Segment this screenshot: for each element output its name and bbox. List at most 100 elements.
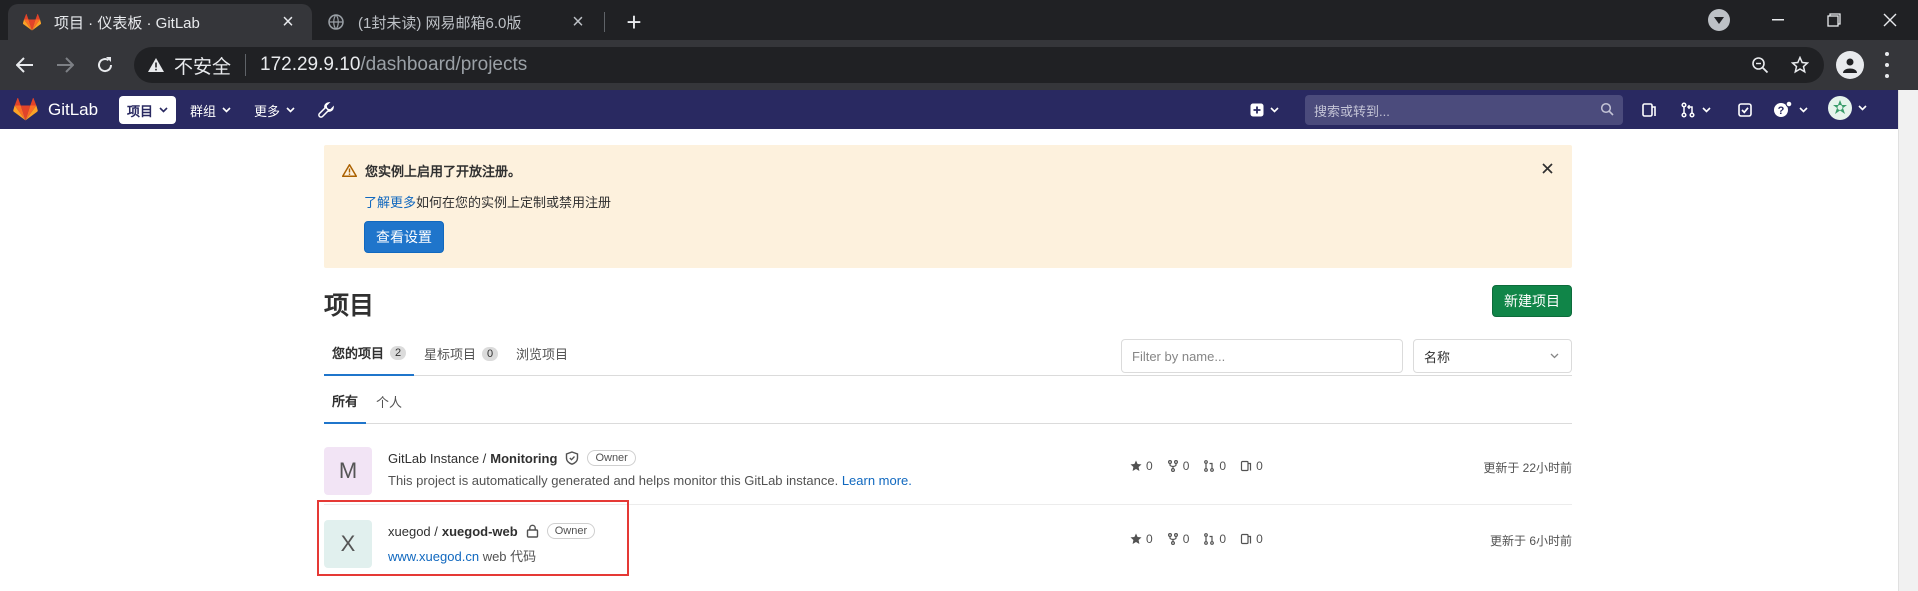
- stat-count: 0: [1182, 459, 1190, 473]
- menu-label: 更多: [254, 103, 281, 119]
- svg-text:?: ?: [1778, 105, 1785, 117]
- reload-icon[interactable]: [88, 48, 122, 82]
- updated-time: 更新于 22小时前: [1483, 461, 1572, 475]
- subtab-all[interactable]: 所有: [324, 378, 367, 424]
- address-separator: [245, 54, 247, 76]
- search-placeholder: 搜索或转到...: [1314, 103, 1390, 119]
- more-menu[interactable]: 更多: [246, 96, 303, 124]
- browser-menu-icon[interactable]: [1882, 52, 1892, 78]
- star-icon: [1130, 533, 1142, 544]
- search-icon: [1600, 102, 1614, 116]
- user-avatar-menu[interactable]: [1828, 96, 1867, 120]
- minimize-icon[interactable]: [1750, 0, 1806, 40]
- stars-stat[interactable]: 0: [1130, 459, 1153, 473]
- close-tab-icon[interactable]: ×: [278, 11, 298, 33]
- gitlab-favicon-icon: [22, 12, 42, 32]
- project-description: This project is automatically generated …: [388, 473, 912, 488]
- chevron-down-icon: [222, 107, 231, 113]
- not-secure-warning-icon[interactable]: [148, 58, 164, 72]
- fork-icon: [1167, 460, 1178, 472]
- todos-icon[interactable]: [1737, 99, 1753, 121]
- learn-more-link[interactable]: Learn more.: [842, 473, 912, 488]
- back-arrow-icon[interactable]: [8, 48, 42, 82]
- tab-search-icon[interactable]: [1708, 9, 1730, 31]
- tab-your-projects[interactable]: 您的项目 2: [324, 331, 415, 376]
- security-label[interactable]: 不安全: [174, 52, 231, 79]
- menu-label: 项目: [127, 103, 154, 119]
- browser-toolbar: 不安全 172.29.9.10/dashboard/projects: [0, 40, 1918, 90]
- browser-tab-mail[interactable]: (1封未读) 网易邮箱6.0版 ×: [312, 4, 602, 40]
- tab-label: 星标项目: [424, 347, 477, 362]
- view-settings-button[interactable]: 查看设置: [364, 221, 444, 253]
- forward-arrow-icon[interactable]: [48, 48, 82, 82]
- star-icon: [1130, 460, 1142, 471]
- url-path: /dashboard/projects: [360, 54, 528, 75]
- learn-more-link[interactable]: 了解更多: [364, 195, 416, 210]
- merge-request-icon: [1204, 533, 1215, 545]
- merge-requests-stat[interactable]: 0: [1203, 459, 1226, 473]
- alert-body: 了解更多如何在您的实例上定制或禁用注册: [364, 192, 1556, 211]
- fork-icon: [1167, 533, 1178, 545]
- chevron-down-icon: [286, 107, 295, 113]
- gitlab-brand[interactable]: GitLab: [13, 90, 98, 129]
- stat-count: 0: [1146, 459, 1153, 473]
- stars-stat[interactable]: 0: [1130, 532, 1153, 546]
- filter-placeholder: Filter by name...: [1132, 348, 1226, 364]
- help-icon[interactable]: ?: [1773, 99, 1808, 121]
- merge-requests-stat[interactable]: 0: [1203, 532, 1226, 546]
- bookmark-star-icon[interactable]: [1790, 55, 1810, 75]
- new-project-button[interactable]: 新建项目: [1492, 285, 1572, 317]
- tab-label: 您的项目: [332, 346, 385, 361]
- chevron-down-icon: [1858, 105, 1867, 111]
- subtab-personal[interactable]: 个人: [376, 378, 402, 424]
- brand-label: GitLab: [48, 99, 99, 119]
- chevron-down-icon: [1270, 107, 1279, 113]
- address-bar[interactable]: 不安全 172.29.9.10/dashboard/projects: [134, 47, 1824, 83]
- highlight-annotation: [317, 500, 629, 576]
- url-host: 172.29.9.10: [260, 54, 361, 75]
- groups-menu[interactable]: 群组: [182, 96, 239, 124]
- filter-by-name-input[interactable]: Filter by name...: [1121, 339, 1403, 373]
- project-name[interactable]: Monitoring: [490, 451, 557, 466]
- merge-requests-icon[interactable]: [1680, 99, 1711, 121]
- restore-icon[interactable]: [1806, 0, 1862, 40]
- window-close-icon[interactable]: [1862, 0, 1918, 40]
- issues-stat[interactable]: 0: [1240, 459, 1263, 473]
- gitlab-top-nav: GitLab 项目 群组 更多 搜索或转到... ?: [0, 90, 1898, 129]
- zoom-icon[interactable]: [1750, 55, 1770, 75]
- tab-explore-projects[interactable]: 浏览项目: [516, 331, 568, 376]
- forks-stat[interactable]: 0: [1167, 532, 1189, 546]
- forks-stat[interactable]: 0: [1167, 459, 1190, 473]
- updated-time: 更新于 6小时前: [1489, 534, 1572, 548]
- merge-request-icon: [1204, 460, 1215, 472]
- admin-wrench-icon[interactable]: [318, 99, 334, 121]
- stat-count: 0: [1146, 532, 1153, 546]
- tab-starred-projects[interactable]: 星标项目 0: [424, 331, 499, 376]
- stat-count: 0: [1256, 459, 1263, 473]
- profile-avatar[interactable]: [1836, 51, 1864, 79]
- sort-select[interactable]: 名称: [1413, 339, 1572, 373]
- project-stats: 0 0 0 0: [1130, 459, 1277, 473]
- project-namespace[interactable]: GitLab Instance /: [388, 451, 486, 466]
- page-scrollbar[interactable]: [1898, 90, 1918, 591]
- browser-tab-gitlab[interactable]: 项目 · 仪表板 · GitLab ×: [8, 4, 312, 40]
- stat-count: 0: [1219, 459, 1227, 473]
- count-badge: 2: [390, 345, 407, 360]
- issues-icon[interactable]: [1641, 99, 1657, 121]
- project-row[interactable]: M GitLab Instance / Monitoring Owner Thi…: [324, 433, 1572, 505]
- page-title: 项目: [324, 292, 375, 320]
- globe-icon: [326, 12, 346, 32]
- stat-count: 0: [1256, 532, 1263, 546]
- issues-stat[interactable]: 0: [1240, 532, 1263, 546]
- close-tab-icon[interactable]: ×: [568, 11, 588, 33]
- alert-body-text: 如何在您的实例上定制或禁用注册: [416, 195, 612, 210]
- chevron-down-icon: [1799, 107, 1808, 113]
- stat-count: 0: [1219, 532, 1227, 546]
- project-avatar[interactable]: M: [324, 447, 372, 495]
- issue-icon: [1240, 533, 1252, 545]
- new-tab-button[interactable]: +: [618, 6, 650, 38]
- projects-menu[interactable]: 项目: [119, 96, 177, 124]
- close-icon[interactable]: [1540, 161, 1554, 175]
- new-dropdown-plus-icon[interactable]: [1250, 99, 1279, 121]
- global-search-input[interactable]: 搜索或转到...: [1305, 95, 1623, 125]
